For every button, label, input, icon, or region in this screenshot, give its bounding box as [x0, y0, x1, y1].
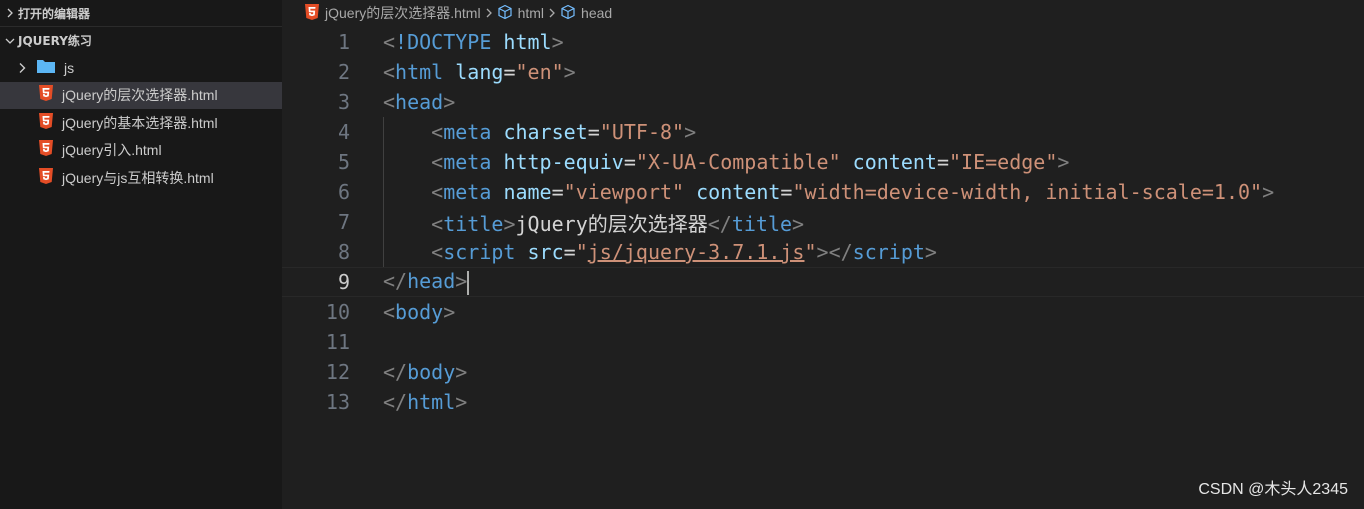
code-line: 2 <html lang="en"> [282, 57, 1364, 87]
tree-folder-label: js [64, 59, 75, 76]
project-header[interactable]: JQUERY练习 [0, 27, 282, 54]
project-label: JQUERY练习 [18, 34, 92, 48]
line-content: <head> [383, 90, 456, 114]
code-line: 3 <head> [282, 87, 1364, 117]
line-number: 2 [337, 60, 350, 84]
code-line: 8 <script src="js/jquery-3.7.1.js"></scr… [282, 237, 1364, 267]
line-content: <!DOCTYPE html> [383, 30, 564, 54]
line-content: <meta charset="UTF-8"> [431, 120, 697, 144]
chevron-right-icon [2, 5, 18, 21]
tree-file-label: jQuery的层次选择器.html [62, 87, 218, 104]
breadcrumb-head-label: head [581, 5, 613, 21]
line-content: </html> [383, 390, 468, 414]
line-content: <meta name="viewport" content="width=dev… [431, 180, 1275, 204]
line-number: 10 [325, 300, 350, 324]
tree-file-label: jQuery的基本选择器.html [62, 114, 218, 131]
script-src-link[interactable]: js/jquery-3.7.1.js [588, 240, 805, 264]
code-line: 13 </html> [282, 387, 1364, 417]
vscode-window: 打开的编辑器 JQUERY练习 js jQuery的层次选择器.html jQu… [0, 0, 1364, 509]
html5-icon [38, 139, 54, 161]
code-line: 6 <meta name="viewport" content="width=d… [282, 177, 1364, 207]
line-content: <html lang="en"> [383, 60, 576, 84]
chevron-right-icon [485, 8, 493, 18]
line-number: 12 [325, 360, 350, 384]
line-content: <meta http-equiv="X-UA-Compatible" conte… [431, 150, 1070, 174]
html5-icon [38, 167, 54, 189]
open-editors-header[interactable]: 打开的编辑器 [0, 0, 282, 27]
cube-icon [497, 4, 513, 23]
tree-file-item[interactable]: jQuery引入.html [0, 137, 282, 165]
breadcrumb-file[interactable]: jQuery的层次选择器.html [304, 3, 481, 24]
breadcrumb-file-label: jQuery的层次选择器.html [325, 5, 481, 21]
code-line: 5 <meta http-equiv="X-UA-Compatible" con… [282, 147, 1364, 177]
line-content: </head> [383, 269, 470, 295]
code-line-current: 9 </head> [282, 267, 1364, 297]
html5-icon [304, 3, 320, 24]
code-line: 1 <!DOCTYPE html> [282, 27, 1364, 57]
code-line: 7 <title>jQuery的层次选择器</title> [282, 207, 1364, 237]
line-content: <body> [383, 300, 456, 324]
tree-file-item[interactable]: jQuery的基本选择器.html [0, 109, 282, 137]
code-line: 12 </body> [282, 357, 1364, 387]
editor-pane[interactable]: jQuery的层次选择器.html html head 1 <!DOCTYPE … [282, 0, 1364, 509]
line-number: 6 [337, 180, 350, 204]
html5-icon [38, 112, 54, 134]
open-editors-label: 打开的编辑器 [18, 6, 91, 21]
code-area[interactable]: 1 <!DOCTYPE html> 2 <html lang="en"> 3 <… [282, 27, 1364, 417]
line-content: </body> [383, 360, 468, 384]
explorer-sidebar: 打开的编辑器 JQUERY练习 js jQuery的层次选择器.html jQu… [0, 0, 282, 509]
breadcrumb: jQuery的层次选择器.html html head [282, 0, 1364, 26]
folder-icon [36, 58, 56, 78]
chevron-right-icon [14, 60, 30, 76]
tree-file-item[interactable]: jQuery的层次选择器.html [0, 81, 282, 109]
code-line: 10 <body> [282, 297, 1364, 327]
cube-icon [560, 4, 576, 23]
line-number: 13 [325, 390, 350, 414]
html5-icon [38, 84, 54, 106]
breadcrumb-head[interactable]: head [560, 4, 612, 23]
text-cursor [467, 270, 470, 295]
tree-file-item[interactable]: jQuery与js互相转换.html [0, 164, 282, 192]
line-number: 1 [337, 30, 350, 54]
line-number: 4 [337, 120, 350, 144]
breadcrumb-html[interactable]: html [497, 4, 544, 23]
line-number: 5 [337, 150, 350, 174]
line-number: 11 [325, 330, 350, 354]
chevron-right-icon [548, 8, 556, 18]
line-number: 3 [337, 90, 350, 114]
tree-folder-js[interactable]: js [0, 54, 282, 82]
csdn-watermark: CSDN @木头人2345 [1198, 481, 1348, 498]
line-content: <title>jQuery的层次选择器</title> [431, 211, 805, 236]
line-number: 7 [337, 210, 350, 234]
line-content: <script src="js/jquery-3.7.1.js"></scrip… [431, 240, 937, 264]
code-line: 4 <meta charset="UTF-8"> [282, 117, 1364, 147]
tree-file-label: jQuery与js互相转换.html [62, 169, 214, 186]
tree-file-label: jQuery引入.html [62, 142, 162, 159]
breadcrumb-html-label: html [517, 5, 545, 21]
chevron-down-icon [2, 33, 18, 49]
line-number: 9 [337, 270, 350, 294]
line-number: 8 [337, 240, 350, 264]
code-line: 11 [282, 327, 1364, 357]
